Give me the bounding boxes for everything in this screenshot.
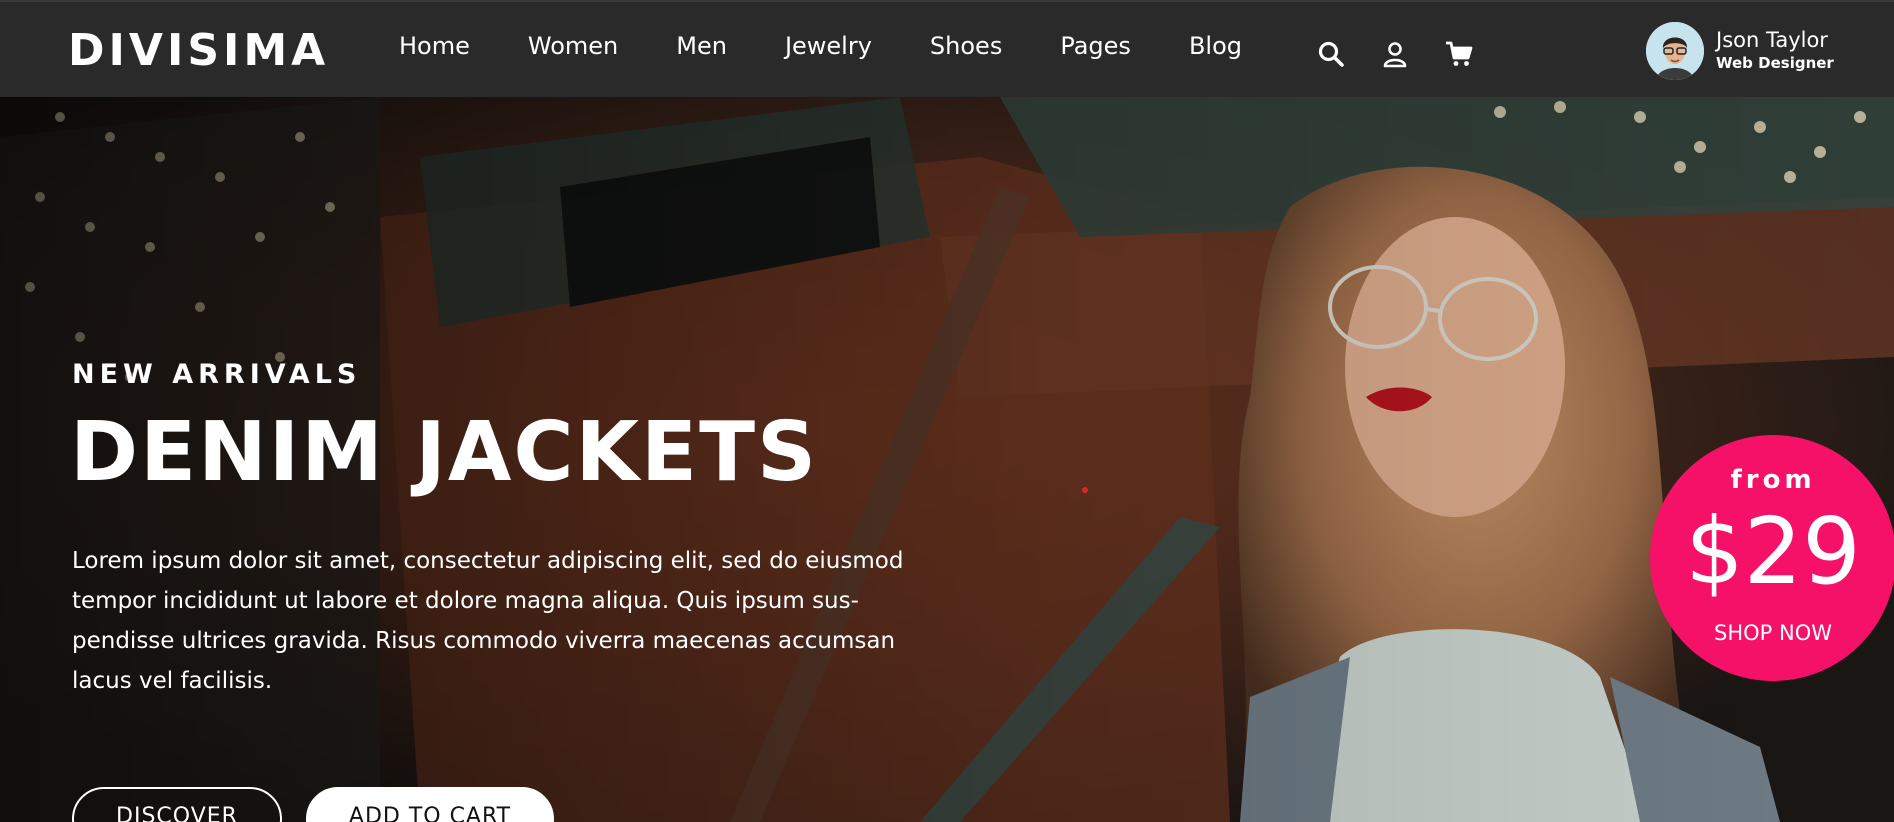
nav-item-shoes[interactable]: Shoes [930, 32, 1002, 60]
discover-button[interactable]: DISCOVER [72, 787, 282, 822]
nav-item-jewelry[interactable]: Jewelry [785, 32, 872, 60]
promo-badge[interactable]: from $29 SHOP NOW [1650, 435, 1894, 681]
search-icon[interactable] [1317, 40, 1345, 68]
promo-price: $29 [1685, 498, 1861, 605]
main-nav: Home Women Men Jewelry Shoes Pages Blog [399, 32, 1300, 60]
decorative-dot [1082, 487, 1088, 493]
profile-text: Json Taylor Web Designer [1716, 28, 1834, 74]
brand-logo[interactable]: DIVISIMA [68, 24, 330, 76]
profile-name: Json Taylor [1716, 28, 1828, 52]
add-to-cart-button-label: ADD TO CART [348, 803, 512, 822]
user-profile[interactable]: Json Taylor Web Designer [1646, 22, 1834, 80]
nav-item-pages[interactable]: Pages [1060, 32, 1131, 60]
avatar-illustration [1646, 22, 1704, 80]
profile-role: Web Designer [1716, 54, 1834, 72]
hero-description: Lorem ipsum dolor sit amet, consectetur … [72, 548, 904, 694]
nav-item-men[interactable]: Men [676, 32, 727, 60]
header-icons [1317, 40, 1509, 68]
hero-banner: NEW ARRIVALS DENIM JACKETS Lorem ipsum d… [0, 97, 1894, 822]
promo-shop-now[interactable]: SHOP NOW [1650, 621, 1894, 645]
add-to-cart-button[interactable]: ADD TO CART [306, 787, 554, 822]
nav-item-women[interactable]: Women [528, 32, 618, 60]
user-icon[interactable] [1381, 40, 1409, 68]
hero-headline: DENIM JACKETS [70, 405, 819, 500]
cart-icon[interactable] [1445, 40, 1473, 68]
top-navigation-bar: DIVISIMA Home Women Men Jewelry Shoes Pa… [0, 0, 1894, 97]
promo-from-label: from [1730, 465, 1816, 495]
brand-logo-text: DIVISIMA [68, 24, 330, 76]
nav-item-blog[interactable]: Blog [1189, 32, 1242, 60]
avatar [1646, 22, 1704, 80]
hero-eyebrow: NEW ARRIVALS [72, 359, 362, 390]
nav-item-home[interactable]: Home [399, 32, 470, 60]
discover-button-label: DISCOVER [116, 803, 238, 822]
